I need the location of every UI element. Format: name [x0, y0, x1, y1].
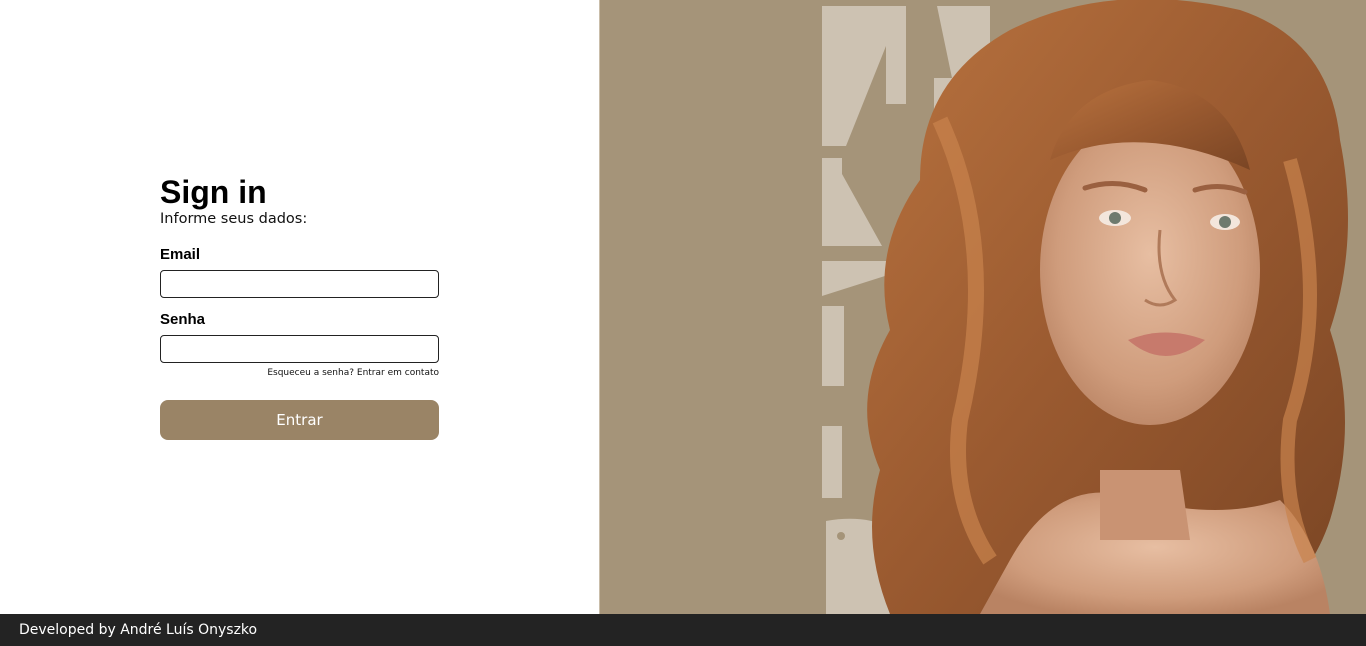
- page-title: Sign in: [160, 174, 267, 210]
- password-field[interactable]: [160, 335, 439, 363]
- email-label: Email: [160, 246, 201, 263]
- forgot-password-text: Esqueceu a senha? Entrar em contato: [267, 367, 439, 379]
- model-portrait: [867, 0, 1348, 614]
- email-field[interactable]: [160, 270, 439, 298]
- hero-image-panel: [599, 0, 1366, 614]
- developer-credit: Developed by André Luís Onyszko: [19, 622, 258, 638]
- password-label: Senha: [160, 311, 206, 328]
- page-subtitle: Informe seus dados:: [160, 211, 308, 227]
- forgot-password-label: Esqueceu a senha?: [267, 368, 355, 378]
- contact-link[interactable]: Entrar em contato: [357, 368, 439, 378]
- login-form: Sign in Informe seus dados: Email Senha …: [160, 174, 439, 440]
- submit-button[interactable]: Entrar: [160, 400, 439, 440]
- login-panel: Sign in Informe seus dados: Email Senha …: [0, 0, 599, 614]
- footer: Developed by André Luís Onyszko: [0, 614, 1366, 646]
